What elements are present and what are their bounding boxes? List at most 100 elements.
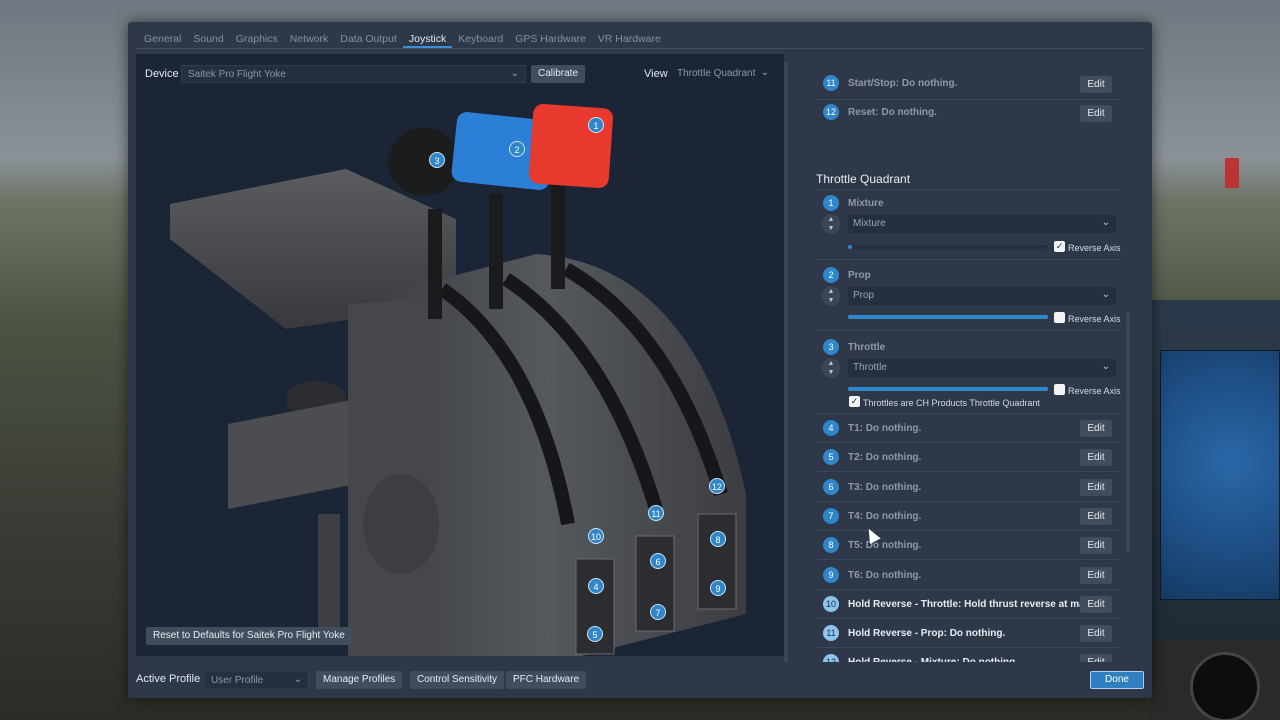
assignment-list: 11 Start/Stop: Do nothing. Edit 12 Reset… — [816, 48, 1122, 662]
reverse-axis-checkbox[interactable] — [1054, 312, 1065, 323]
tab-bar: General Sound Graphics Network Data Output Jo… — [128, 22, 667, 48]
illus-marker-12: 12 — [709, 478, 725, 494]
list-item: 5 T2: Do nothing. Edit — [816, 443, 1120, 473]
edit-button[interactable]: Edit — [1080, 625, 1112, 643]
axis-number-badge: 1 — [823, 195, 839, 211]
button-number-badge: 6 — [823, 478, 839, 495]
assignment-scrollbar[interactable] — [1126, 312, 1130, 552]
axis-assignment-select[interactable]: Throttle ⌄ — [848, 359, 1116, 377]
edit-button[interactable]: Edit — [1080, 595, 1112, 613]
tab-data-output[interactable]: Data Output — [334, 22, 403, 48]
edit-button[interactable]: Edit — [1080, 449, 1112, 467]
list-item: 4 T1: Do nothing. Edit — [816, 414, 1120, 443]
pfc-hardware-button[interactable]: PFC Hardware — [506, 671, 587, 689]
illus-marker-2: 2 — [509, 141, 525, 157]
tab-sound[interactable]: Sound — [187, 22, 229, 48]
list-item: 12 Reset: Do nothing. Edit — [816, 100, 1120, 129]
axis-level-bar — [848, 387, 1048, 391]
view-select[interactable]: Throttle Quadrant ⌄ — [671, 65, 775, 83]
list-item: 8 T5: Do nothing. Edit — [816, 531, 1120, 561]
button-assignment-text: T2: Do nothing. — [848, 452, 922, 464]
edit-button[interactable]: Edit — [1080, 420, 1112, 437]
illus-marker-8: 8 — [710, 531, 726, 547]
illus-marker-5: 5 — [587, 626, 603, 642]
button-assignment-text: Hold Reverse - Throttle: Hold thrust rev… — [848, 598, 1094, 610]
chevron-down-icon: ⌄ — [293, 674, 302, 685]
illus-marker-3: 3 — [429, 152, 445, 168]
edit-button[interactable]: Edit — [1080, 537, 1112, 555]
lever-handle-red — [528, 103, 614, 189]
reverse-axis-checkbox[interactable] — [1054, 384, 1065, 395]
button-assignment-text: Reset: Do nothing. — [848, 107, 937, 118]
axis-select-value: Prop — [853, 290, 875, 301]
list-item: 9 T6: Do nothing. Edit — [816, 561, 1120, 590]
button-number-badge: 4 — [823, 420, 839, 436]
illus-marker-7: 7 — [650, 604, 666, 620]
lever-shaft-2 — [489, 194, 503, 309]
chevron-down-icon: ⌄ — [510, 68, 519, 79]
side-dial — [363, 474, 439, 574]
divider — [816, 259, 1120, 260]
edit-button[interactable]: Edit — [1080, 566, 1112, 584]
button-number-badge: 12 — [823, 104, 839, 120]
axis-name: Prop — [848, 270, 871, 281]
reverse-axis-label: Reverse Axis — [1068, 243, 1121, 253]
divider — [816, 330, 1120, 331]
tab-vr-hardware[interactable]: VR Hardware — [592, 22, 667, 48]
instrument-panel — [1150, 640, 1280, 720]
control-sensitivity-button[interactable]: Control Sensitivity — [410, 671, 505, 689]
edit-button[interactable]: Edit — [1080, 507, 1112, 525]
list-item: 7 T4: Do nothing. Edit — [816, 502, 1120, 531]
preview-scrollbar[interactable] — [784, 62, 788, 662]
tab-graphics[interactable]: Graphics — [230, 22, 284, 48]
tab-keyboard[interactable]: Keyboard — [452, 22, 509, 48]
button-assignment-text: T5: Do nothing. — [848, 540, 922, 552]
preview-scrollbar-thumb[interactable] — [784, 62, 788, 662]
altimeter-gauge — [1190, 652, 1260, 720]
axis-assignment-select[interactable]: Mixture ⌄ — [848, 215, 1116, 233]
profile-select[interactable]: User Profile ⌄ — [204, 671, 309, 689]
calibrate-button[interactable]: Calibrate — [531, 65, 586, 83]
tab-general[interactable]: General — [138, 22, 187, 48]
ch-products-label: Throttles are CH Products Throttle Quadr… — [863, 398, 1040, 408]
chevron-down-icon: ⌄ — [1101, 217, 1110, 228]
profile-select-value: User Profile — [211, 675, 264, 686]
list-item: 6 T3: Do nothing. Edit — [816, 473, 1120, 502]
list-item: 11 Hold Reverse - Prop: Do nothing. Edit — [816, 619, 1120, 649]
manage-profiles-button[interactable]: Manage Profiles — [316, 671, 403, 689]
device-select[interactable]: Saitek Pro Flight Yoke ⌄ — [181, 65, 526, 83]
axis-select-value: Throttle — [853, 362, 887, 373]
list-item: 11 Start/Stop: Do nothing. Edit — [816, 71, 1120, 100]
axis-assignment-select[interactable]: Prop ⌄ — [848, 287, 1116, 305]
button-assignment-text: T1: Do nothing. — [848, 423, 922, 434]
edit-button[interactable]: Edit — [1080, 654, 1112, 662]
ch-products-checkbox[interactable]: ✓ — [849, 396, 860, 407]
illus-marker-9: 9 — [710, 580, 726, 596]
axis-level-fill — [848, 315, 1048, 319]
button-number-badge: 8 — [823, 537, 839, 554]
axis-up-down-icon: ▲ ▼ — [822, 358, 840, 378]
clamp-body — [228, 399, 356, 509]
edit-button[interactable]: Edit — [1080, 478, 1112, 496]
reverse-axis-checkbox[interactable]: ✓ — [1054, 241, 1065, 252]
button-assignment-text: T6: Do nothing. — [848, 569, 922, 581]
edit-button[interactable]: Edit — [1080, 76, 1112, 93]
tab-joystick[interactable]: Joystick — [402, 22, 453, 48]
chevron-down-icon: ⌄ — [1101, 361, 1110, 372]
button-assignment-text: T4: Do nothing. — [848, 510, 922, 522]
edit-button[interactable]: Edit — [1080, 105, 1112, 122]
axis-level-bar — [848, 315, 1048, 319]
throttle-quadrant-illustration — [170, 103, 746, 656]
done-button[interactable]: Done — [1090, 671, 1144, 689]
chevron-down-icon: ⌄ — [1101, 289, 1110, 300]
illus-marker-1: 1 — [588, 117, 604, 133]
tab-gps-hardware[interactable]: GPS Hardware — [509, 22, 592, 48]
button-assignment-text: Hold Reverse - Prop: Do nothing. — [848, 628, 1006, 640]
tab-network[interactable]: Network — [284, 22, 335, 48]
axis-number-badge: 2 — [823, 267, 839, 283]
reset-defaults-button[interactable]: Reset to Defaults for Saitek Pro Flight … — [146, 627, 352, 645]
illus-marker-6: 6 — [650, 553, 666, 569]
lever-shaft-1 — [551, 179, 565, 289]
axis-name: Throttle — [848, 342, 886, 353]
axis-level-fill — [848, 245, 852, 249]
